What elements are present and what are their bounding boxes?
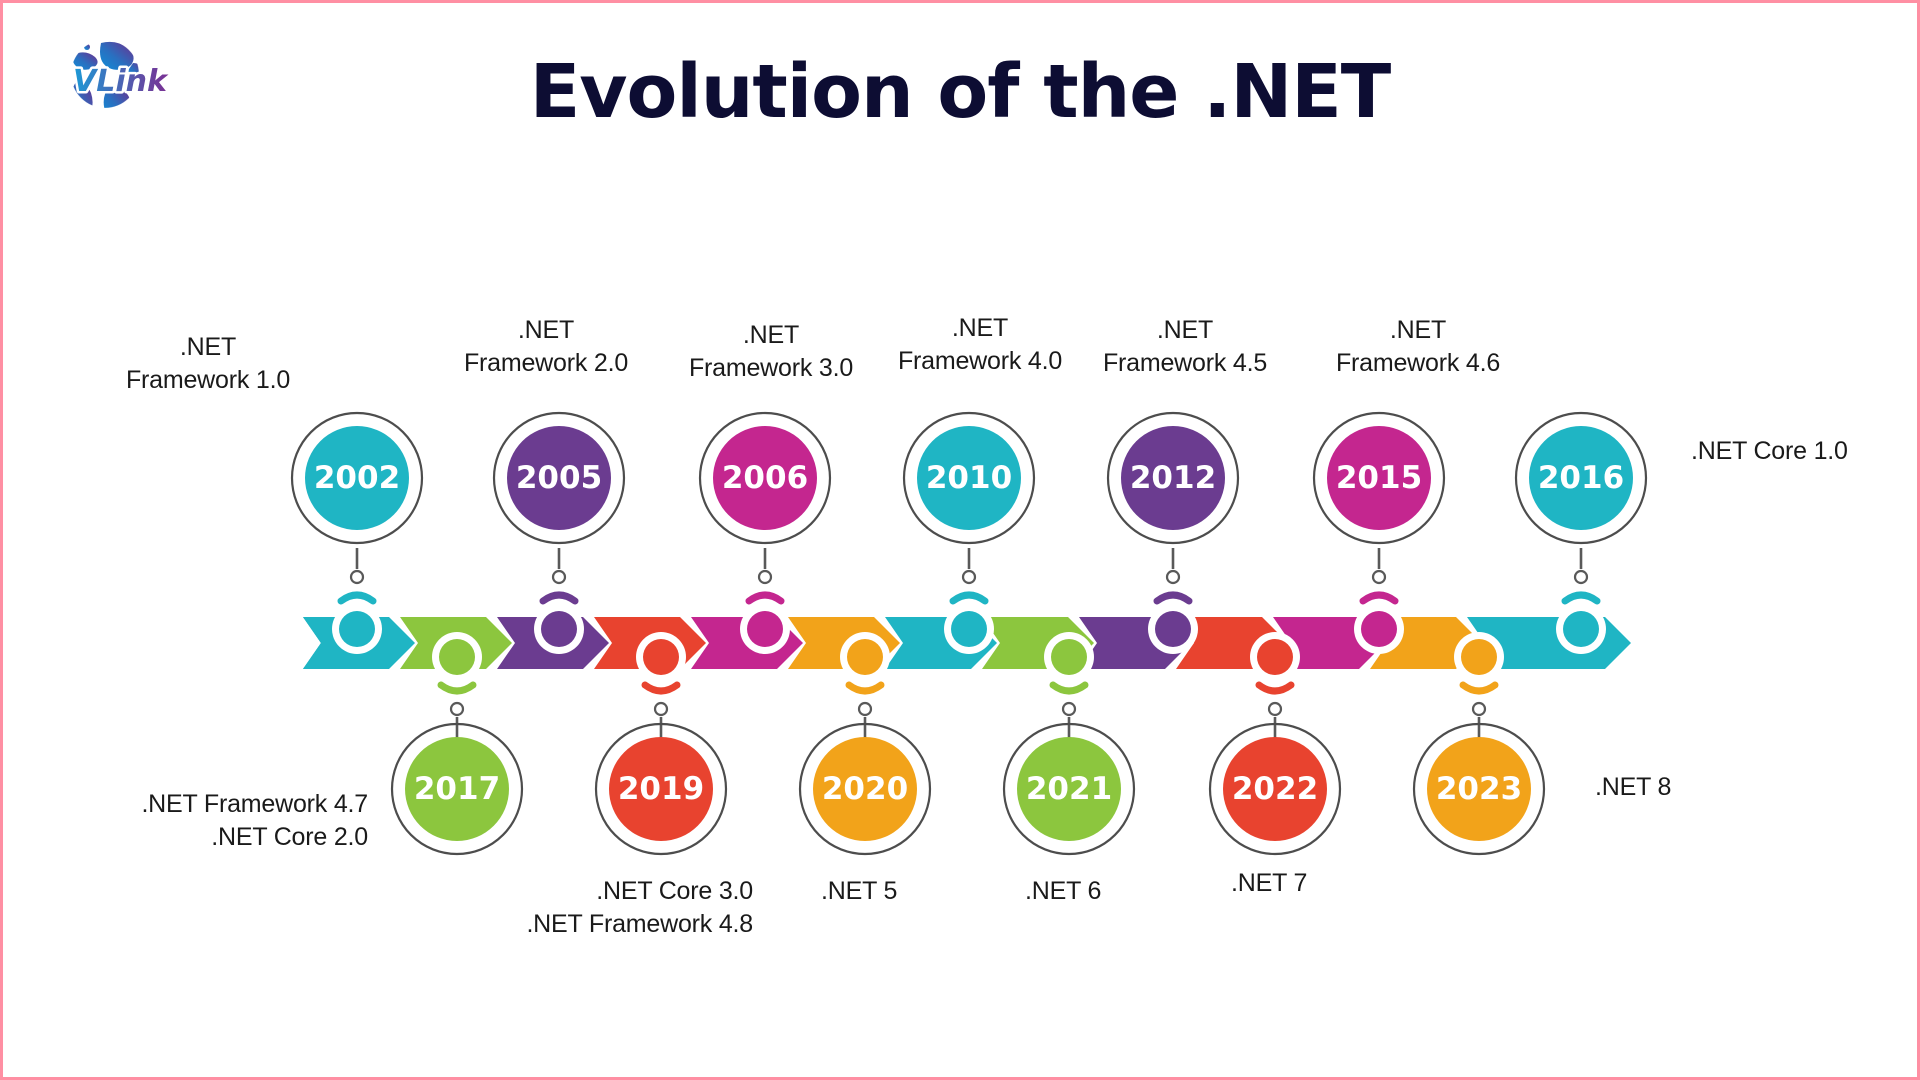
year-bubbles-top	[290, 411, 1648, 545]
node-2005	[534, 591, 584, 654]
bubble-2012[interactable]	[1106, 411, 1240, 545]
connector-2017	[449, 701, 465, 738]
connector-2002	[349, 548, 365, 585]
bubble-2023[interactable]	[1412, 722, 1546, 856]
event-label-2005: .NET Framework 2.0	[463, 316, 629, 377]
connector-2015	[1371, 548, 1387, 585]
node-2017	[432, 632, 482, 695]
connector-2022	[1267, 701, 1283, 738]
event-label-2010: .NET Framework 4.0	[897, 314, 1063, 375]
node-2016	[1556, 591, 1606, 654]
event-label-2017: .NET Framework 4.7 .NET Core 2.0	[141, 790, 368, 851]
bubble-2006[interactable]	[698, 411, 832, 545]
event-label-2021: .NET 6	[1025, 877, 1102, 905]
event-label-2015: .NET Framework 4.6	[1335, 316, 1501, 377]
event-label-2012: .NET Framework 4.5	[1102, 316, 1268, 377]
connector-2023	[1471, 701, 1487, 738]
node-2022	[1250, 632, 1300, 695]
node-2023	[1454, 632, 1504, 695]
bubble-2016[interactable]	[1514, 411, 1648, 545]
node-2020	[840, 632, 890, 695]
node-2010	[944, 591, 994, 654]
bubble-2010[interactable]	[902, 411, 1036, 545]
connector-2016	[1573, 548, 1589, 585]
node-2019	[636, 632, 686, 695]
connector-2005	[551, 548, 567, 585]
connector-2021	[1061, 701, 1077, 738]
bubble-2020[interactable]	[798, 722, 932, 856]
connector-2019	[653, 701, 669, 738]
connector-2020	[857, 701, 873, 738]
node-2002	[332, 591, 382, 654]
bubble-2015[interactable]	[1312, 411, 1446, 545]
bottom-connectors	[449, 701, 1487, 738]
event-label-2016: .NET Core 1.0	[1691, 437, 1848, 465]
node-2021	[1044, 632, 1094, 695]
bubble-2002[interactable]	[290, 411, 424, 545]
bubble-2021[interactable]	[1002, 722, 1136, 856]
connector-2010	[961, 548, 977, 585]
node-2006	[740, 591, 790, 654]
node-2012	[1148, 591, 1198, 654]
node-2015	[1354, 591, 1404, 654]
connector-2006	[757, 548, 773, 585]
event-label-2002: .NET Framework 1.0	[125, 333, 291, 394]
bubble-2005[interactable]	[492, 411, 626, 545]
event-label-2020: .NET 5	[821, 877, 898, 905]
event-label-2006: .NET Framework 3.0	[688, 321, 854, 382]
bubble-2022[interactable]	[1208, 722, 1342, 856]
connector-2012	[1165, 548, 1181, 585]
infographic-page: VLink VLink Evolution of the .NET 2002 2…	[0, 0, 1920, 1080]
top-connectors	[349, 548, 1589, 585]
bubble-2019[interactable]	[594, 722, 728, 856]
event-label-2023: .NET 8	[1595, 773, 1672, 801]
year-bubbles-bottom	[390, 722, 1546, 856]
bubble-2017[interactable]	[390, 722, 524, 856]
event-label-2022: .NET 7	[1231, 869, 1308, 897]
event-label-2019: .NET Core 3.0 .NET Framework 4.8	[526, 877, 753, 938]
